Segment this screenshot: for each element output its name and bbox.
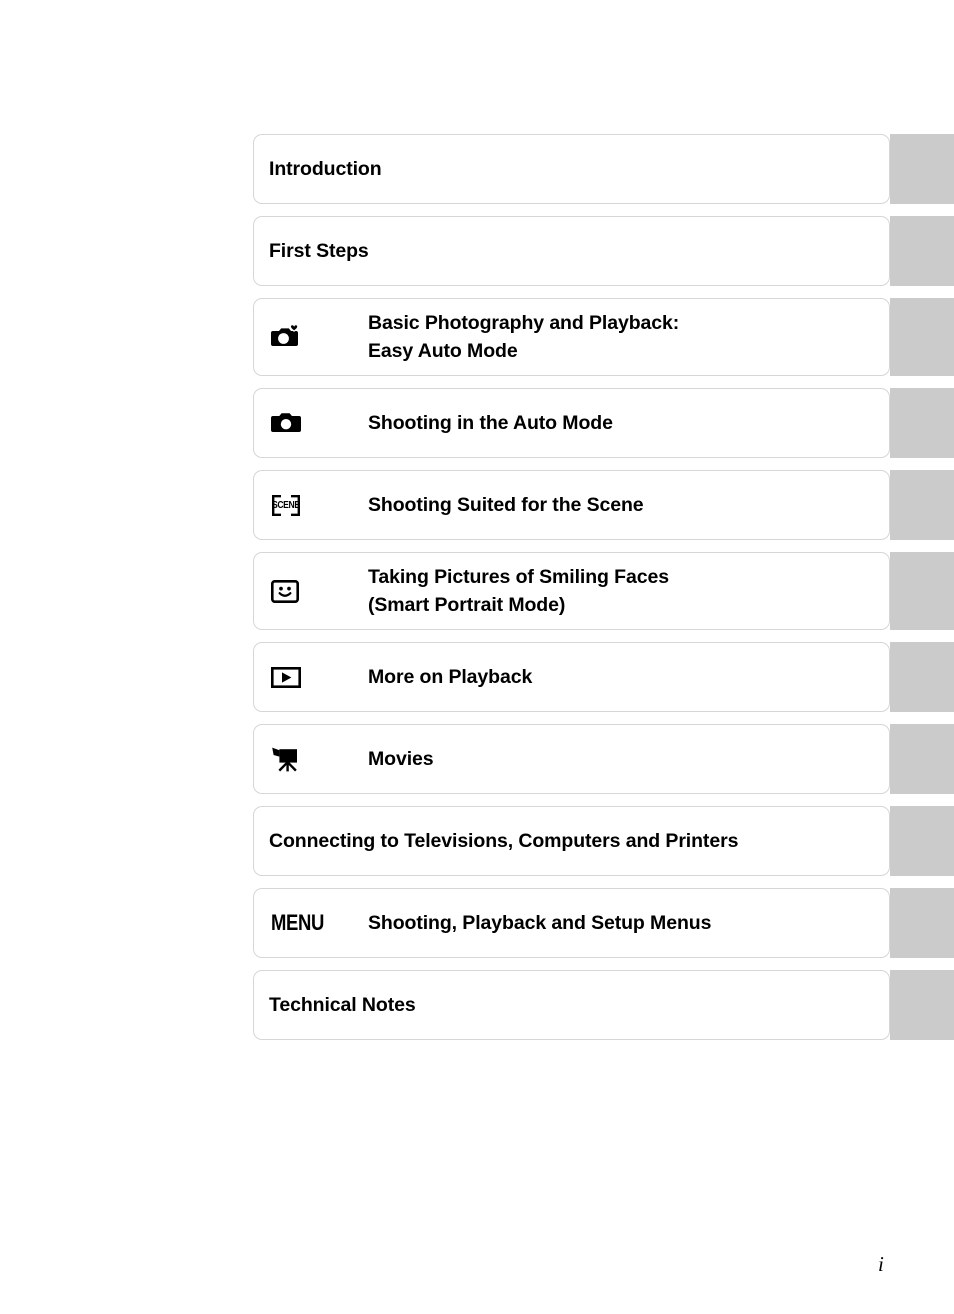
chapter-icon-cell xyxy=(269,389,365,457)
chapter-box[interactable]: Technical Notes xyxy=(253,970,890,1040)
chapter-title-line1: Introduction xyxy=(269,158,382,180)
list-item[interactable]: More on Playback xyxy=(253,642,954,712)
chapter-title: Taking Pictures of Smiling Faces (Smart … xyxy=(368,553,669,629)
chapter-icon-cell: MENU xyxy=(269,889,365,957)
chapter-title: Shooting in the Auto Mode xyxy=(368,389,613,457)
chapter-tab[interactable] xyxy=(890,888,954,958)
list-item[interactable]: Taking Pictures of Smiling Faces (Smart … xyxy=(253,552,954,630)
chapter-title: Connecting to Televisions, Computers and… xyxy=(269,807,738,875)
movie-camera-icon xyxy=(271,747,301,772)
list-item[interactable]: Shooting in the Auto Mode xyxy=(253,388,954,458)
menu-wordmark-icon: MENU xyxy=(271,910,325,935)
list-item[interactable]: SCENE Shooting Suited for the Scene xyxy=(253,470,954,540)
chapter-title: Shooting, Playback and Setup Menus xyxy=(368,889,711,957)
chapter-tab[interactable] xyxy=(890,724,954,794)
chapter-title-line1: More on Playback xyxy=(368,666,533,688)
chapter-title: More on Playback xyxy=(368,643,532,711)
chapter-title: Shooting Suited for the Scene xyxy=(368,471,644,539)
chapter-box[interactable]: Basic Photography and Playback: Easy Aut… xyxy=(253,298,890,376)
chapter-title-line1: Basic Photography and Playback: xyxy=(368,312,680,334)
chapter-title-line1: Shooting Suited for the Scene xyxy=(368,494,644,516)
chapter-icon-cell xyxy=(269,725,365,793)
list-item[interactable]: First Steps xyxy=(253,216,954,286)
chapter-title-line1: Shooting, Playback and Setup Menus xyxy=(368,912,712,934)
list-item[interactable]: Technical Notes xyxy=(253,970,954,1040)
chapter-title-line1: Technical Notes xyxy=(269,994,416,1016)
chapter-box[interactable]: Movies xyxy=(253,724,890,794)
chapter-title-line2: Easy Auto Mode xyxy=(368,340,518,362)
chapter-box[interactable]: Connecting to Televisions, Computers and… xyxy=(253,806,890,876)
chapter-title-line1: Connecting to Televisions, Computers and… xyxy=(269,830,739,852)
chapter-tab[interactable] xyxy=(890,806,954,876)
chapter-title: Introduction xyxy=(269,135,382,203)
list-item[interactable]: MENU Shooting, Playback and Setup Menus xyxy=(253,888,954,958)
chapter-title-line1: First Steps xyxy=(269,240,369,262)
chapter-tab[interactable] xyxy=(890,970,954,1040)
chapter-title: Technical Notes xyxy=(269,971,416,1039)
chapter-title: Basic Photography and Playback: Easy Aut… xyxy=(368,299,679,375)
camera-icon xyxy=(271,412,301,434)
chapter-box[interactable]: First Steps xyxy=(253,216,890,286)
list-item[interactable]: Movies xyxy=(253,724,954,794)
page-number: i xyxy=(878,1252,884,1276)
chapter-icon-cell xyxy=(269,643,365,711)
chapter-box[interactable]: SCENE Shooting Suited for the Scene xyxy=(253,470,890,540)
chapter-title-line1: Taking Pictures of Smiling Faces xyxy=(368,566,669,588)
chapter-title-line1: Shooting in the Auto Mode xyxy=(368,412,613,434)
chapter-title-line1: Movies xyxy=(368,748,434,770)
list-item[interactable]: Introduction xyxy=(253,134,954,204)
chapter-title: First Steps xyxy=(269,217,369,285)
scene-icon-label: SCENE xyxy=(272,498,300,511)
chapter-tab[interactable] xyxy=(890,216,954,286)
list-item[interactable]: Basic Photography and Playback: Easy Aut… xyxy=(253,298,954,376)
chapter-tab[interactable] xyxy=(890,552,954,630)
chapter-title: Movies xyxy=(368,725,434,793)
chapter-box[interactable]: Introduction xyxy=(253,134,890,204)
table-of-contents-page: Introduction First Steps Basic Photograp… xyxy=(0,0,954,1314)
chapter-tab[interactable] xyxy=(890,642,954,712)
chapter-tab[interactable] xyxy=(890,134,954,204)
chapter-box[interactable]: MENU Shooting, Playback and Setup Menus xyxy=(253,888,890,958)
chapter-box[interactable]: Taking Pictures of Smiling Faces (Smart … xyxy=(253,552,890,630)
scene-icon: SCENE xyxy=(271,494,301,517)
chapter-tab[interactable] xyxy=(890,298,954,376)
chapter-tab[interactable] xyxy=(890,388,954,458)
chapter-icon-cell: SCENE xyxy=(269,471,365,539)
chapter-list: Introduction First Steps Basic Photograp… xyxy=(253,134,954,1052)
chapter-icon-cell xyxy=(269,553,365,629)
easy-auto-camera-heart-icon xyxy=(271,323,301,350)
smile-face-icon xyxy=(270,579,299,603)
chapter-box[interactable]: Shooting in the Auto Mode xyxy=(253,388,890,458)
chapter-tab[interactable] xyxy=(890,470,954,540)
chapter-icon-cell xyxy=(269,299,365,375)
playback-triangle-icon xyxy=(270,666,301,688)
chapter-title-line2: (Smart Portrait Mode) xyxy=(368,594,566,616)
chapter-box[interactable]: More on Playback xyxy=(253,642,890,712)
list-item[interactable]: Connecting to Televisions, Computers and… xyxy=(253,806,954,876)
